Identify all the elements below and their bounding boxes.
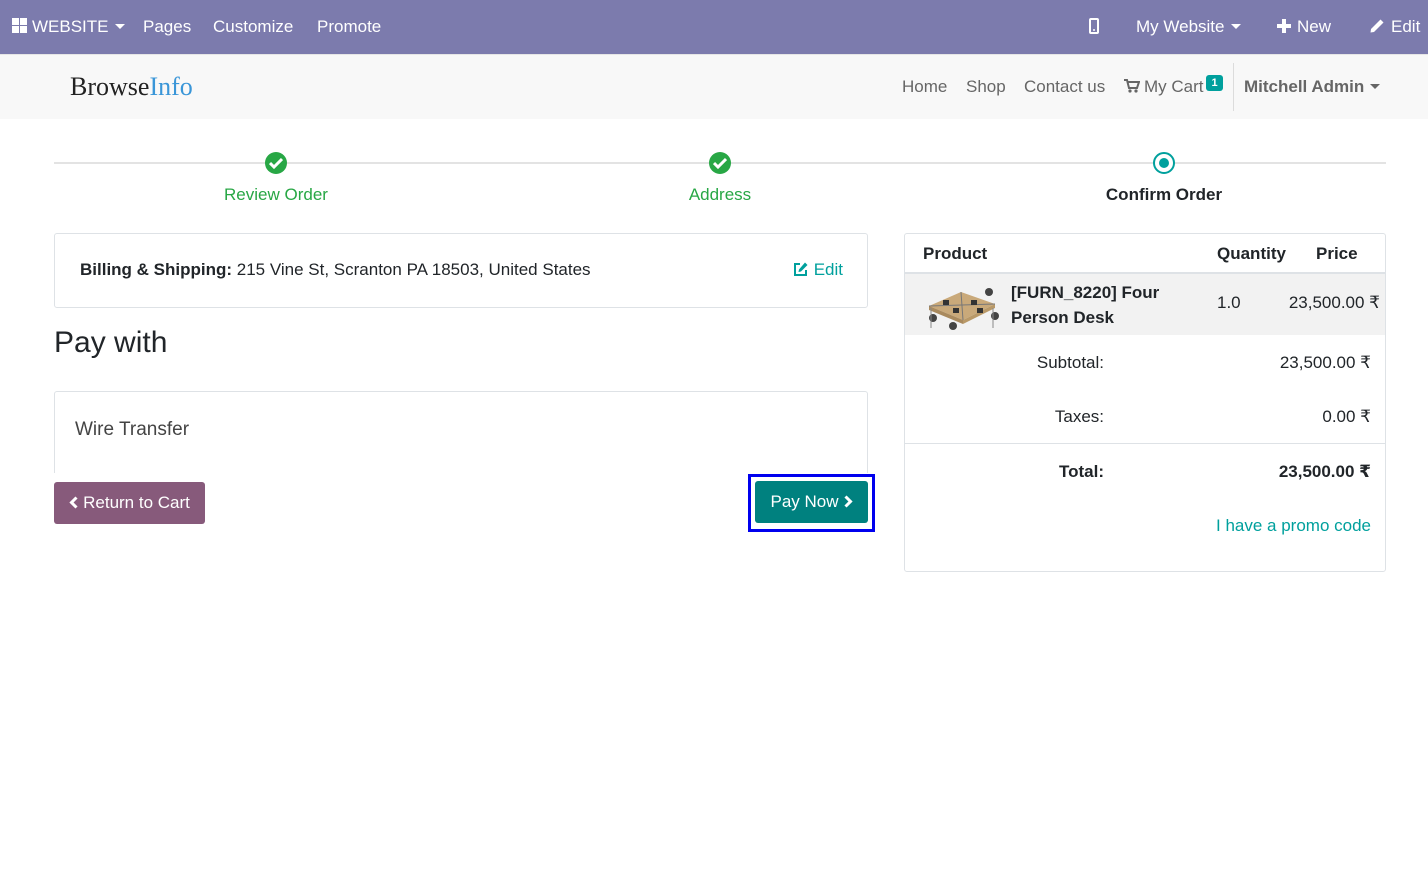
product-quantity: 1.0	[1217, 293, 1241, 312]
chevron-down-icon	[1230, 24, 1241, 30]
user-name: Mitchell Admin	[1244, 77, 1365, 96]
product-name[interactable]: [FURN_8220] Four Person Desk	[1011, 280, 1217, 330]
billing-shipping-card: Billing & Shipping: 215 Vine St, Scranto…	[54, 233, 868, 308]
return-to-cart-button[interactable]: Return to Cart	[54, 482, 205, 524]
website-menu[interactable]: WEBSITE	[12, 0, 125, 54]
user-menu[interactable]: Mitchell Admin	[1244, 55, 1381, 120]
total-value: 23,500.00 ₹	[1278, 462, 1371, 481]
billing-shipping-text: Billing & Shipping: 215 Vine St, Scranto…	[80, 260, 591, 280]
payment-method-wire-transfer[interactable]: Wire Transfer	[75, 419, 189, 441]
table-row: [FURN_8220] Four Person Desk 1.0 23,500.…	[905, 274, 1385, 335]
step-review-order[interactable]: Review Order	[146, 185, 406, 205]
pay-with-heading: Pay with	[54, 326, 168, 359]
shopping-cart-icon	[1124, 79, 1140, 93]
step-confirm-current-icon	[1153, 152, 1175, 174]
promo-code-link[interactable]: I have a promo code	[1216, 516, 1371, 536]
chevron-down-icon	[114, 24, 125, 30]
edit-icon	[793, 262, 808, 276]
pay-now-label: Pay Now	[770, 492, 839, 511]
column-header-price: Price	[1316, 244, 1358, 263]
nav-home[interactable]: Home	[902, 55, 947, 120]
step-address-check-icon	[709, 152, 731, 174]
column-header-quantity: Quantity	[1217, 244, 1286, 263]
pencil-icon	[1370, 19, 1384, 33]
new-button[interactable]: New	[1277, 0, 1331, 54]
subtotal-value: 23,500.00 ₹	[1279, 353, 1371, 372]
total-label: Total:	[1058, 462, 1104, 481]
logo-text-info: Info	[149, 72, 193, 101]
admin-bar: WEBSITE Pages Customize Promote My Websi…	[0, 0, 1428, 54]
mobile-phone-icon	[1089, 18, 1099, 34]
column-header-product: Product	[923, 244, 988, 263]
website-menu-label: WEBSITE	[32, 17, 109, 36]
order-summary-card: Product Quantity Price [FURN_8220] Four …	[904, 233, 1386, 572]
taxes-value: 0.00 ₹	[1322, 407, 1371, 426]
edit-page-label: Edit	[1391, 17, 1421, 36]
pay-now-button[interactable]: Pay Now	[755, 481, 868, 523]
apps-grid-icon	[12, 18, 27, 33]
cart-count-badge: 1	[1206, 75, 1223, 91]
promote-menu[interactable]: Promote	[317, 0, 381, 54]
edit-address-label: Edit	[813, 260, 843, 279]
step-review-check-icon	[265, 152, 287, 174]
edit-page-button[interactable]: Edit	[1369, 0, 1420, 54]
logo-text-browse: Browse	[70, 72, 150, 101]
payment-methods-card: Wire Transfer	[54, 391, 868, 473]
product-price: 23,500.00 ₹	[1288, 293, 1380, 312]
chevron-left-icon	[69, 496, 78, 509]
return-to-cart-label: Return to Cart	[83, 493, 190, 512]
site-selector-label: My Website	[1136, 17, 1225, 36]
edit-address-link[interactable]: Edit	[793, 260, 843, 280]
plus-icon	[1277, 19, 1291, 33]
nav-shop[interactable]: Shop	[966, 55, 1006, 120]
nav-contact-us[interactable]: Contact us	[1024, 55, 1105, 120]
customize-menu[interactable]: Customize	[213, 0, 293, 54]
site-selector[interactable]: My Website	[1136, 0, 1241, 54]
mobile-preview-button[interactable]	[1089, 0, 1099, 54]
site-logo[interactable]: BrowseInfo	[70, 72, 193, 102]
nav-divider	[1233, 63, 1234, 111]
chevron-right-icon	[843, 495, 853, 508]
subtotal-label: Subtotal:	[1036, 353, 1104, 372]
billing-address: 215 Vine St, Scranton PA 18503, United S…	[236, 260, 591, 279]
product-image[interactable]	[923, 278, 1001, 332]
step-confirm-order: Confirm Order	[1105, 185, 1223, 204]
chevron-down-icon	[1370, 84, 1381, 90]
total-separator	[905, 443, 1385, 444]
nav-my-cart[interactable]: My Cart	[1124, 55, 1204, 120]
site-header: BrowseInfo Home Shop Contact us My Cart …	[0, 54, 1428, 119]
new-button-label: New	[1297, 17, 1332, 36]
billing-shipping-label: Billing & Shipping:	[80, 260, 233, 279]
taxes-label: Taxes:	[1054, 407, 1104, 426]
my-cart-label: My Cart	[1144, 77, 1204, 96]
step-address[interactable]: Address	[590, 185, 850, 205]
pages-menu[interactable]: Pages	[143, 0, 191, 54]
